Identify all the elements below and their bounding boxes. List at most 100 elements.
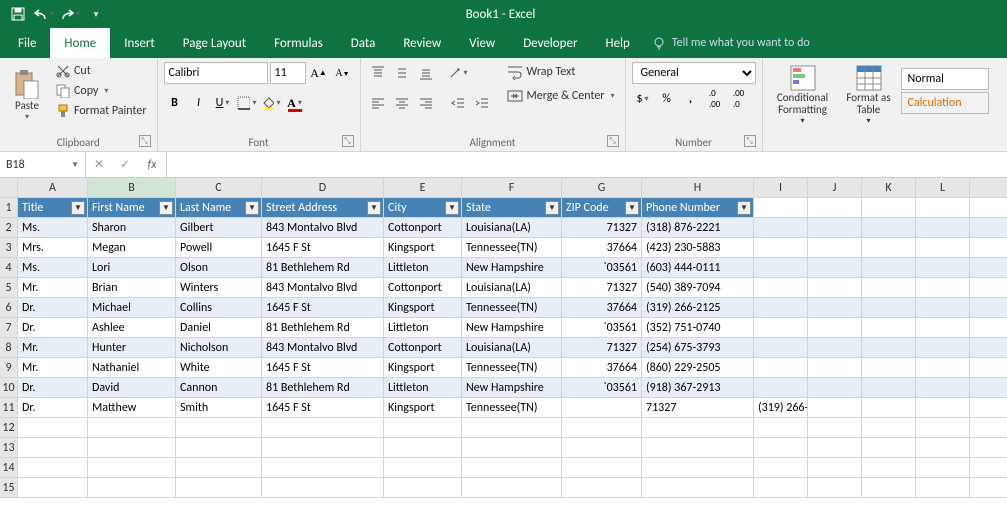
col-header-C[interactable]: C xyxy=(176,178,262,198)
italic-button[interactable]: I xyxy=(188,92,210,114)
cell[interactable] xyxy=(754,198,808,218)
table-header-zip-code[interactable]: ZIP Code▼ xyxy=(562,198,642,218)
cell[interactable] xyxy=(862,458,916,478)
font-launcher[interactable]: ⤡ xyxy=(342,135,354,147)
cell[interactable] xyxy=(18,438,88,458)
fill-color-button[interactable] xyxy=(260,92,282,114)
cell[interactable]: Winters xyxy=(176,278,262,298)
paste-button[interactable]: Paste ▾ xyxy=(6,62,48,128)
cell[interactable] xyxy=(862,398,916,418)
style-calculation[interactable]: Calculation xyxy=(901,92,989,114)
cell[interactable]: 81 Bethlehem Rd xyxy=(262,378,384,398)
font-color-button[interactable]: A xyxy=(284,92,306,114)
cell[interactable]: Tennessee(TN) xyxy=(462,358,562,378)
cell[interactable] xyxy=(970,358,1007,378)
worksheet[interactable]: ABCDEFGHIJKL1Title▼First Name▼Last Name▼… xyxy=(0,178,1007,523)
col-header-F[interactable]: F xyxy=(462,178,562,198)
redo-button[interactable] xyxy=(58,3,82,25)
row-header-12[interactable]: 12 xyxy=(0,418,18,438)
tab-file[interactable]: File xyxy=(4,28,50,58)
name-box[interactable]: B18▼ xyxy=(0,152,86,177)
align-left-button[interactable] xyxy=(367,92,389,114)
cell[interactable] xyxy=(808,458,862,478)
cell[interactable]: (540) 389-7094 xyxy=(642,278,754,298)
cell[interactable]: Louisiana(LA) xyxy=(462,278,562,298)
cell[interactable]: 1645 F St xyxy=(262,238,384,258)
cell[interactable] xyxy=(754,218,808,238)
cell[interactable] xyxy=(562,398,642,418)
row-header-3[interactable]: 3 xyxy=(0,238,18,258)
filter-button[interactable]: ▼ xyxy=(159,201,173,215)
cell[interactable] xyxy=(642,458,754,478)
alignment-launcher[interactable]: ⤡ xyxy=(607,135,619,147)
col-header-D[interactable]: D xyxy=(262,178,384,198)
row-header-7[interactable]: 7 xyxy=(0,318,18,338)
cell[interactable] xyxy=(916,238,970,258)
row-header-5[interactable]: 5 xyxy=(0,278,18,298)
align-right-button[interactable] xyxy=(415,92,437,114)
cell[interactable] xyxy=(862,238,916,258)
filter-button[interactable]: ▼ xyxy=(71,201,85,215)
cell[interactable]: Ashlee xyxy=(88,318,176,338)
cell[interactable]: Louisiana(LA) xyxy=(462,338,562,358)
font-size-select[interactable] xyxy=(270,62,306,84)
cell[interactable]: (319) 266-2125 xyxy=(642,298,754,318)
cell[interactable] xyxy=(970,338,1007,358)
tab-formulas[interactable]: Formulas xyxy=(260,28,337,58)
row-header-6[interactable]: 6 xyxy=(0,298,18,318)
cell[interactable]: Kingsport xyxy=(384,238,462,258)
cell[interactable]: Tennessee(TN) xyxy=(462,298,562,318)
number-format-select[interactable]: General xyxy=(632,62,756,84)
cell[interactable]: (254) 675-3793 xyxy=(642,338,754,358)
cell[interactable] xyxy=(754,418,808,438)
col-header-J[interactable]: J xyxy=(808,178,862,198)
clipboard-launcher[interactable]: ⤡ xyxy=(139,135,151,147)
cell[interactable] xyxy=(862,378,916,398)
cell[interactable]: Kingsport xyxy=(384,398,462,418)
table-header-street-address[interactable]: Street Address▼ xyxy=(262,198,384,218)
cell[interactable] xyxy=(754,438,808,458)
align-middle-button[interactable] xyxy=(391,62,413,84)
tab-view[interactable]: View xyxy=(455,28,509,58)
cell[interactable]: New Hampshire xyxy=(462,258,562,278)
cell[interactable] xyxy=(262,418,384,438)
cell[interactable] xyxy=(916,258,970,278)
cell[interactable]: Tennessee(TN) xyxy=(462,238,562,258)
cell[interactable]: (423) 230-5883 xyxy=(642,238,754,258)
cell[interactable]: New Hampshire xyxy=(462,318,562,338)
cell[interactable] xyxy=(176,478,262,498)
cell[interactable] xyxy=(970,238,1007,258)
col-header-K[interactable]: K xyxy=(862,178,916,198)
col-header-H[interactable]: H xyxy=(642,178,754,198)
tab-page-layout[interactable]: Page Layout xyxy=(169,28,260,58)
cell[interactable]: New Hampshire xyxy=(462,378,562,398)
decrease-decimal-button[interactable]: .00.0 xyxy=(728,88,750,110)
cell[interactable]: Olson xyxy=(176,258,262,278)
cell[interactable] xyxy=(754,478,808,498)
cell[interactable]: Hunter xyxy=(88,338,176,358)
row-header-4[interactable]: 4 xyxy=(0,258,18,278)
cell[interactable] xyxy=(176,458,262,478)
fx-button[interactable]: fx xyxy=(138,152,166,177)
filter-button[interactable]: ▼ xyxy=(367,201,381,215)
filter-button[interactable]: ▼ xyxy=(737,201,751,215)
font-name-select[interactable] xyxy=(164,62,268,84)
cell[interactable] xyxy=(862,358,916,378)
col-header-L[interactable]: L xyxy=(916,178,970,198)
cell[interactable]: Kingsport xyxy=(384,358,462,378)
cell[interactable] xyxy=(88,438,176,458)
filter-button[interactable]: ▼ xyxy=(545,201,559,215)
row-header-9[interactable]: 9 xyxy=(0,358,18,378)
cell[interactable]: (603) 444-0111 xyxy=(642,258,754,278)
cell[interactable] xyxy=(642,478,754,498)
cell[interactable] xyxy=(808,478,862,498)
cell[interactable] xyxy=(970,318,1007,338)
cell[interactable] xyxy=(88,418,176,438)
cell[interactable] xyxy=(970,458,1007,478)
cell[interactable]: Mr. xyxy=(18,338,88,358)
cell[interactable]: 843 Montalvo Blvd xyxy=(262,218,384,238)
row-header-2[interactable]: 2 xyxy=(0,218,18,238)
copy-button[interactable]: Copy xyxy=(52,82,151,100)
cell[interactable] xyxy=(808,398,862,418)
table-header-last-name[interactable]: Last Name▼ xyxy=(176,198,262,218)
